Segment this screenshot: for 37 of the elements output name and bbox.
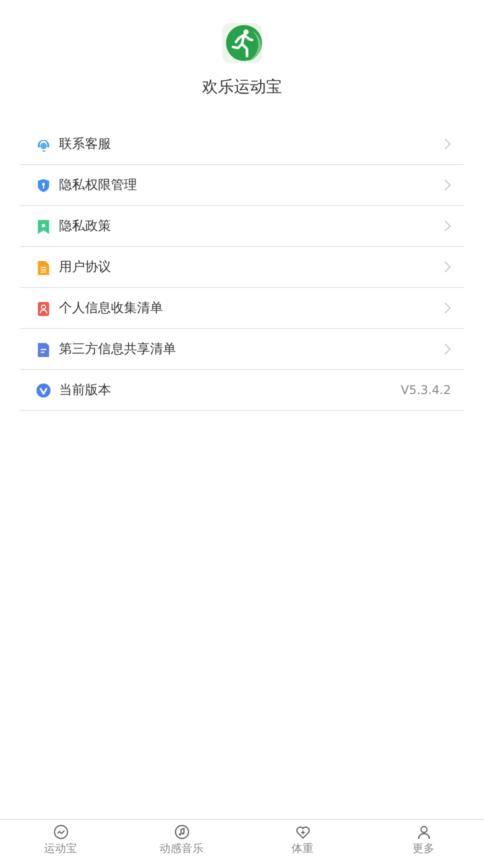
tab[interactable]: 更多 — [363, 820, 484, 860]
chevron-right-icon — [444, 179, 451, 191]
person-card-icon — [36, 300, 51, 316]
menu-label: 用户协议 — [59, 259, 112, 276]
chevron-right-icon — [444, 138, 451, 150]
tab[interactable]: 运动宝 — [0, 820, 121, 860]
menu-item[interactable]: 当前版本 V5.3.4.2 — [20, 370, 464, 411]
tab[interactable]: 体重 — [242, 820, 363, 860]
menu-item[interactable]: 隐私权限管理 — [20, 165, 464, 206]
tab[interactable]: 动感音乐 — [121, 820, 242, 860]
heart-plus-icon — [294, 824, 310, 840]
person-icon — [416, 824, 432, 840]
chevron-right-icon — [444, 302, 451, 314]
menu-label: 个人信息收集清单 — [59, 300, 164, 317]
document-icon — [36, 260, 51, 274]
chevron-right-icon — [444, 261, 451, 273]
bookmark-icon — [36, 218, 51, 234]
menu-item[interactable]: 隐私政策 — [20, 206, 464, 247]
chevron-right-icon — [444, 220, 451, 232]
app-logo-icon — [222, 23, 262, 63]
menu-label: 第三方信息共享清单 — [59, 341, 177, 358]
music-note-icon — [174, 824, 190, 840]
chevron-right-icon — [444, 343, 451, 355]
document-icon — [36, 342, 51, 356]
menu-item[interactable]: 第三方信息共享清单 — [20, 329, 464, 370]
menu-label: 联系客服 — [59, 136, 112, 153]
menu-label: 隐私权限管理 — [59, 177, 138, 194]
menu-item[interactable]: 个人信息收集清单 — [20, 288, 464, 329]
menu-label: 当前版本 — [59, 382, 112, 399]
shield-icon — [36, 178, 51, 192]
pulse-circle-icon — [52, 824, 68, 840]
app-name: 欢乐运动宝 — [202, 77, 282, 98]
version-icon — [36, 382, 51, 398]
menu-label: 隐私政策 — [59, 218, 112, 235]
menu-item[interactable]: 用户协议 — [20, 247, 464, 288]
menu-item[interactable]: 联系客服 — [20, 124, 464, 165]
version-number: V5.3.4.2 — [400, 383, 451, 397]
